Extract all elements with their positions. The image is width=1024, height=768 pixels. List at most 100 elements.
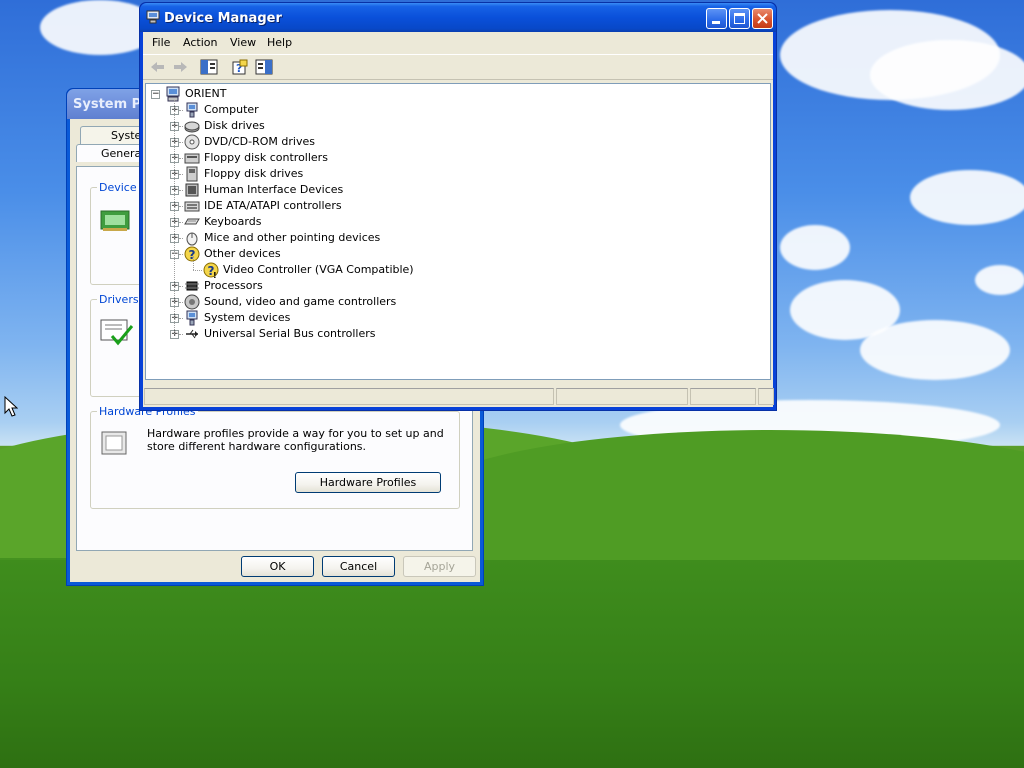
- status-segment-1: [144, 388, 554, 405]
- tab-general[interactable]: General: [76, 144, 146, 162]
- tree-node-keyboards[interactable]: + Keyboards: [146, 214, 746, 230]
- ok-button[interactable]: OK: [241, 556, 314, 577]
- hardware-profiles-description: Hardware profiles provide a way for you …: [147, 427, 444, 453]
- device-tree-label: ORIENT: [185, 87, 227, 100]
- tree-node-system-devices[interactable]: + System devices: [146, 310, 746, 326]
- status-segment-2: [556, 388, 688, 405]
- device-tree-label: Computer: [204, 103, 259, 116]
- sound-icon: [184, 294, 200, 310]
- tree-connector: [174, 100, 175, 334]
- tree-node-floppy-disk-controllers[interactable]: + Floppy disk controllers: [146, 150, 746, 166]
- tree-node-other-devices[interactable]: −? Other devices: [146, 246, 746, 262]
- tree-connector: [179, 126, 183, 127]
- device-manager-window[interactable]: Device Manager File Action View Help ? −…: [139, 2, 777, 411]
- device-tree-label: DVD/CD-ROM drives: [204, 135, 315, 148]
- minimize-icon: [712, 21, 720, 24]
- tree-connector: [179, 110, 183, 111]
- tab-general-label: General: [101, 147, 145, 160]
- tree-connector: [179, 334, 183, 335]
- computer-icon: [184, 102, 200, 118]
- tree-node-disk-drives[interactable]: + Disk drives: [146, 118, 746, 134]
- device-tree-label: Floppy disk controllers: [204, 151, 328, 164]
- device-tree-label: Universal Serial Bus controllers: [204, 327, 376, 340]
- cdrom-icon: [184, 134, 200, 150]
- hardware-profiles-icon: [101, 431, 127, 455]
- status-bar: [143, 385, 774, 407]
- tree-node-floppy-disk-drives[interactable]: + Floppy disk drives: [146, 166, 746, 182]
- minimize-button[interactable]: [706, 8, 727, 29]
- mouse-icon: [184, 230, 200, 246]
- tree-connector: [179, 158, 183, 159]
- device-tree-label: Video Controller (VGA Compatible): [223, 263, 414, 276]
- tree-node-dvd-cd-rom-drives[interactable]: + DVD/CD-ROM drives: [146, 134, 746, 150]
- tree-node-sound-video-and-game-controllers[interactable]: + Sound, video and game controllers: [146, 294, 746, 310]
- menu-view[interactable]: View: [230, 36, 256, 49]
- cancel-button[interactable]: Cancel: [322, 556, 395, 577]
- device-tree-label: Floppy disk drives: [204, 167, 304, 180]
- back-arrow-icon[interactable]: [149, 59, 167, 75]
- tree-connector: [179, 286, 183, 287]
- tree-connector: [193, 256, 194, 270]
- keyboard-icon: [184, 214, 200, 230]
- tree-node-root[interactable]: − ORIENT: [146, 86, 746, 102]
- tree-node-universal-serial-bus-controllers[interactable]: + Universal Serial Bus controllers: [146, 326, 746, 342]
- device-manager-app-icon: [146, 10, 160, 24]
- close-icon: [757, 13, 768, 24]
- maximize-button[interactable]: [729, 8, 750, 29]
- maximize-icon: [734, 13, 745, 24]
- status-segment-4: [758, 388, 774, 405]
- tree-connector: [179, 142, 183, 143]
- root-computer-icon: [165, 86, 181, 102]
- ide-controller-icon: [184, 198, 200, 214]
- device-tree-label: Disk drives: [204, 119, 265, 132]
- collapse-icon[interactable]: −: [151, 90, 160, 99]
- close-button[interactable]: [752, 8, 773, 29]
- svg-text:?: ?: [189, 248, 196, 262]
- drivers-group-label: Drivers: [97, 293, 141, 306]
- hardware-profiles-button[interactable]: Hardware Profiles: [295, 472, 441, 493]
- device-manager-client-area: File Action View Help ? − ORIENT + Compu…: [143, 32, 774, 407]
- menu-action[interactable]: Action: [183, 36, 217, 49]
- tree-connector: [179, 318, 183, 319]
- device-manager-titlebar[interactable]: Device Manager: [140, 3, 776, 32]
- apply-button[interactable]: Apply: [403, 556, 476, 577]
- mouse-cursor-icon: [4, 396, 18, 417]
- device-tree-label: Other devices: [204, 247, 281, 260]
- floppy-drive-icon: [184, 166, 200, 182]
- device-tree-label: Sound, video and game controllers: [204, 295, 397, 308]
- menu-file[interactable]: File: [152, 36, 170, 49]
- tree-connector: [193, 270, 202, 271]
- device-tree-label: Processors: [204, 279, 263, 292]
- device-tree-label: Human Interface Devices: [204, 183, 344, 196]
- device-tree-label: Keyboards: [204, 215, 262, 228]
- warning-device-icon: ?!: [203, 262, 219, 280]
- hid-icon: [184, 182, 200, 198]
- hardware-profiles-group: Hardware Profiles Hardware profiles prov…: [90, 405, 460, 509]
- tree-node-processors[interactable]: + Processors: [146, 278, 746, 294]
- device-tree-label: Mice and other pointing devices: [204, 231, 381, 244]
- forward-arrow-icon[interactable]: [171, 59, 189, 75]
- tree-connector: [179, 206, 183, 207]
- menu-help[interactable]: Help: [267, 36, 292, 49]
- tree-connector: [179, 238, 183, 239]
- device-tree-label: System devices: [204, 311, 291, 324]
- device-tree[interactable]: − ORIENT + Computer + Disk drives + DVD/CD-ROM …: [145, 83, 771, 380]
- device-manager-title: Device Manager: [164, 11, 282, 26]
- show-hide-console-tree-icon[interactable]: [200, 59, 218, 75]
- tree-node-human-interface-devices[interactable]: + Human Interface Devices: [146, 182, 746, 198]
- tree-node-computer[interactable]: + Computer: [146, 102, 746, 118]
- device-tree-label: IDE ATA/ATAPI controllers: [204, 199, 342, 212]
- tree-connector: [179, 174, 183, 175]
- tree-connector: [179, 222, 183, 223]
- tree-node-ide-ata-atapi-controllers[interactable]: + IDE ATA/ATAPI controllers: [146, 198, 746, 214]
- processor-icon: [184, 278, 200, 294]
- driver-signing-icon: [100, 319, 134, 346]
- disk-drive-icon: [184, 118, 200, 134]
- tree-connector: [179, 190, 183, 191]
- properties-help-icon[interactable]: ?: [231, 59, 249, 75]
- system-device-icon: [184, 310, 200, 326]
- action-pane-icon[interactable]: [255, 59, 273, 75]
- floppy-controller-icon: [184, 150, 200, 166]
- tree-node-mice-and-other-pointing-devices[interactable]: + Mice and other pointing devices: [146, 230, 746, 246]
- tree-node-video-controller[interactable]: ?! Video Controller (VGA Compatible): [146, 262, 746, 280]
